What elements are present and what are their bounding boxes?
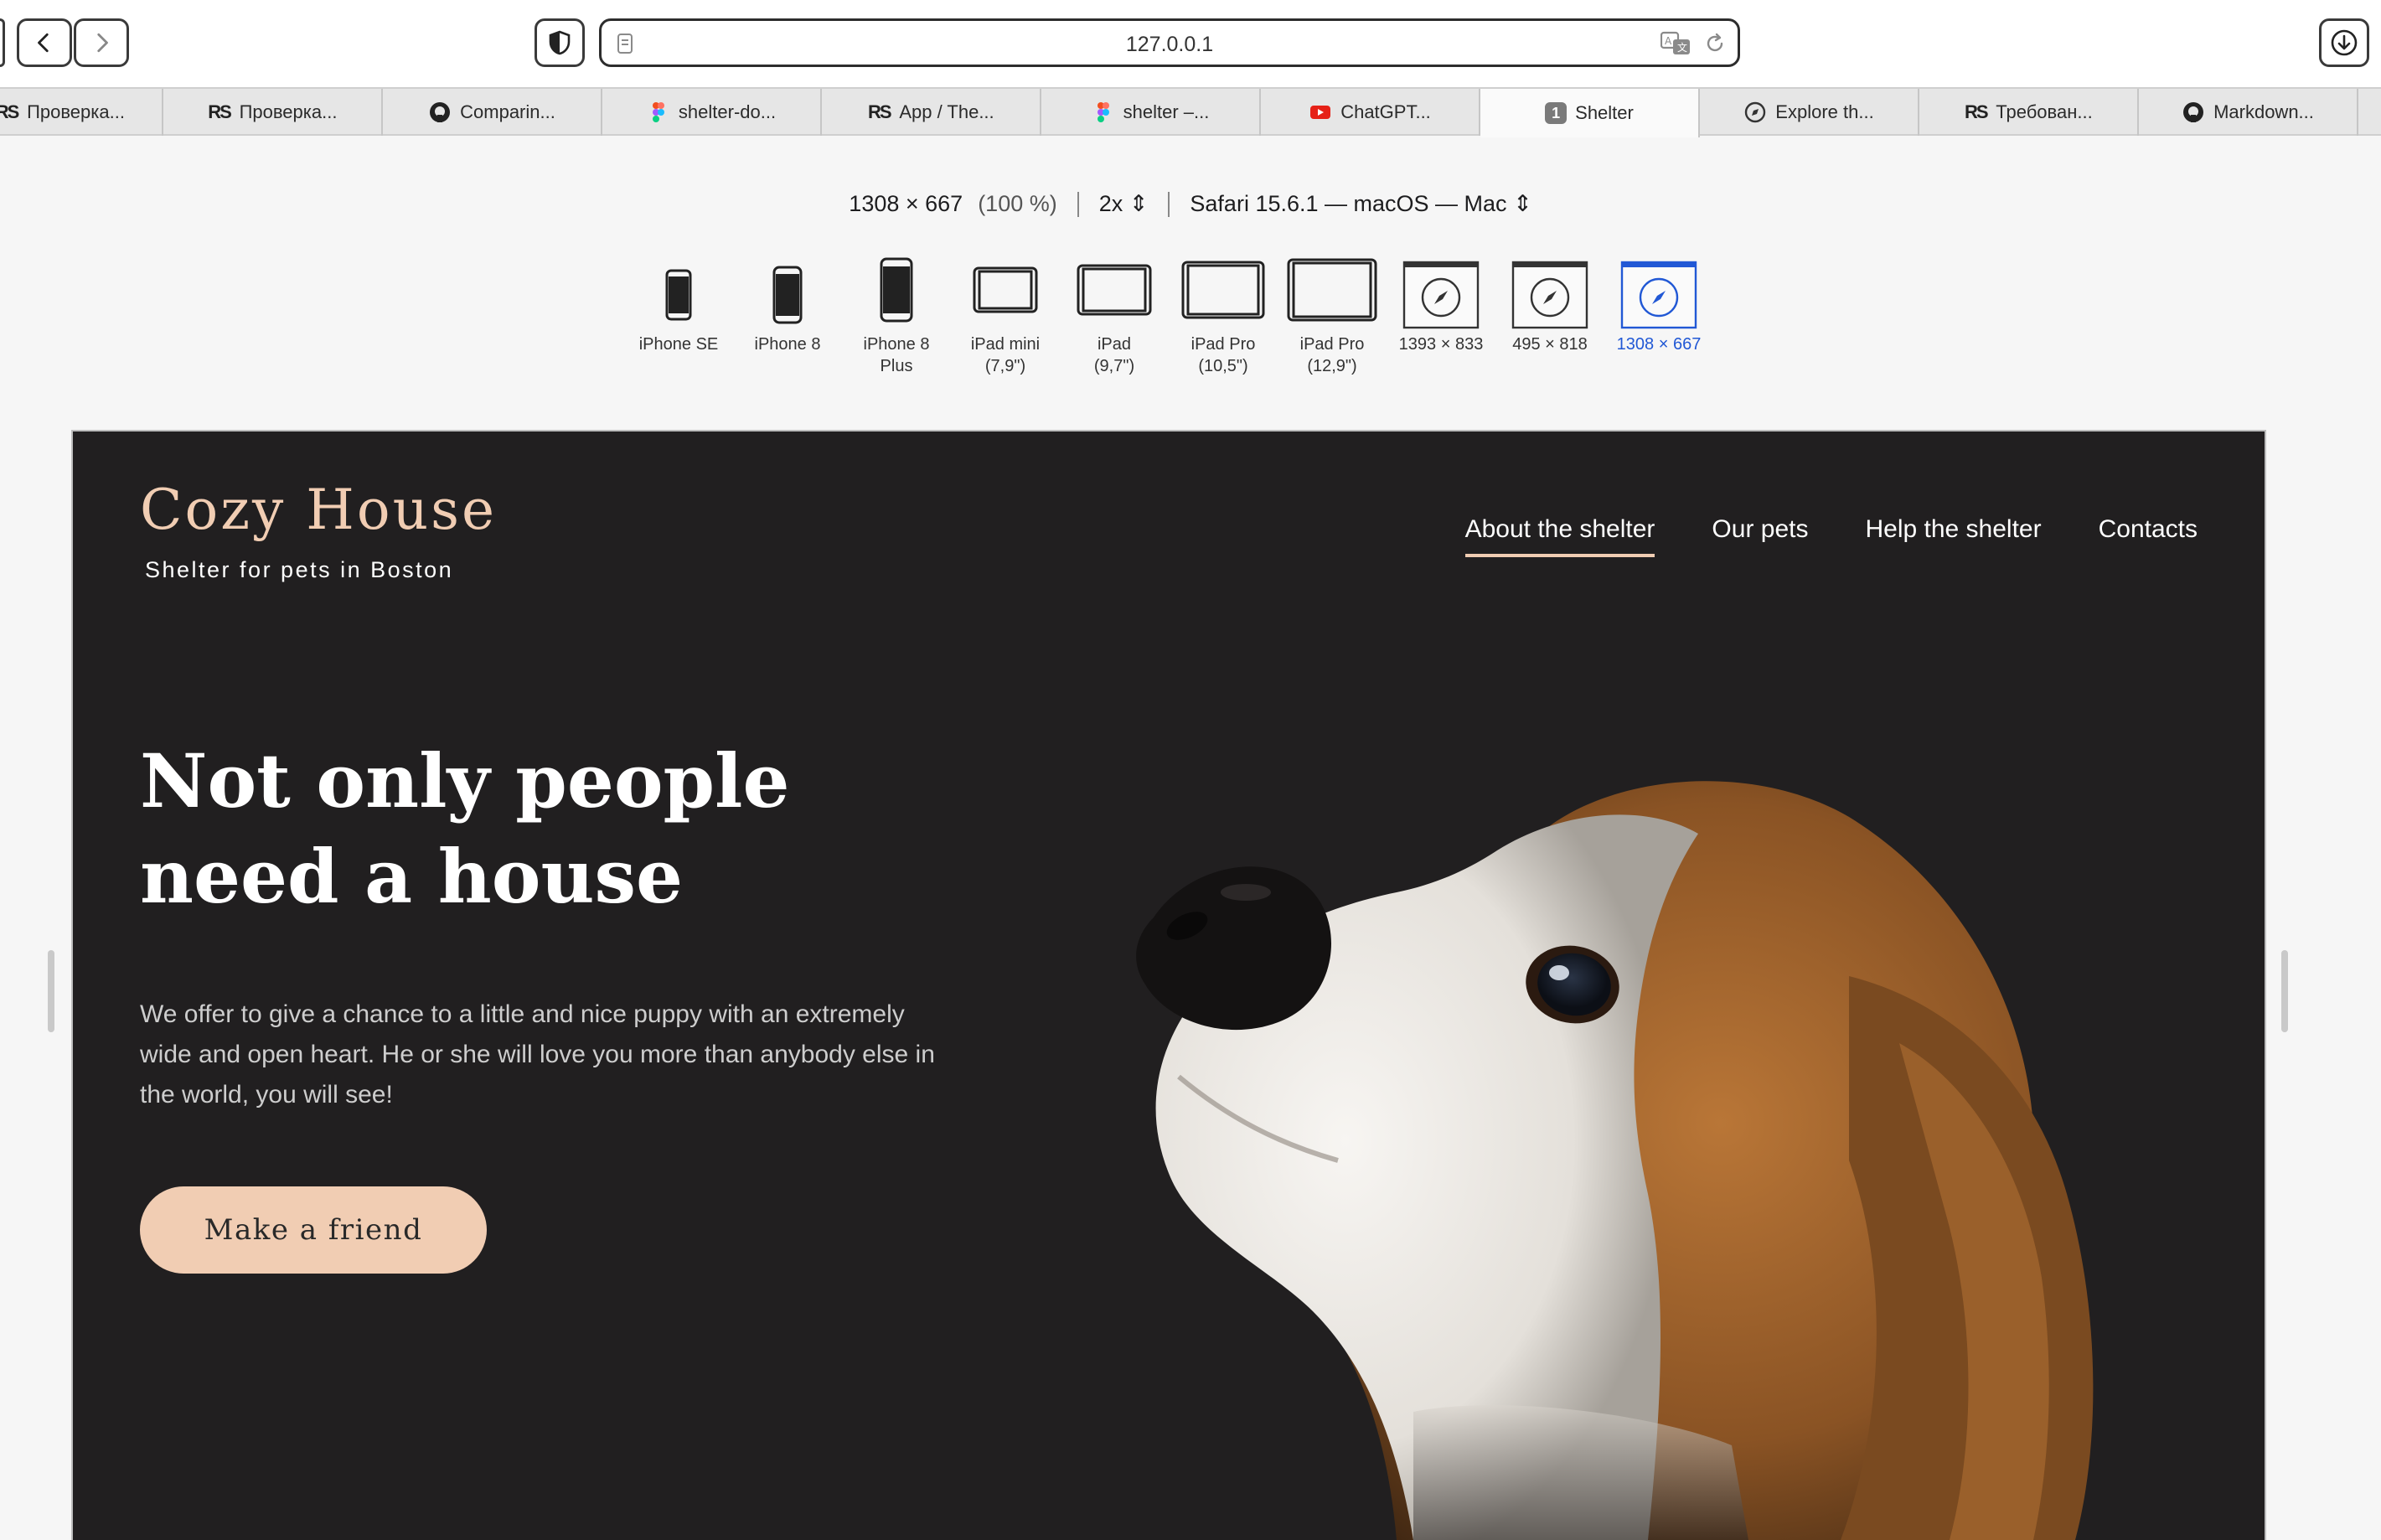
- hero-title: Not only people need a house: [140, 737, 790, 920]
- tab-label: Проверка...: [239, 101, 338, 122]
- nav-help[interactable]: Help the shelter: [1865, 515, 2041, 554]
- tab-label: Требован...: [1996, 101, 2093, 122]
- figma-icon: [652, 102, 664, 122]
- device-iphone-se[interactable]: iPhone SE: [620, 256, 737, 355]
- shield-icon: [549, 30, 571, 55]
- translate-icon[interactable]: A文: [1661, 31, 1692, 56]
- tablet-icon: [1181, 261, 1265, 319]
- forward-button[interactable]: [74, 18, 129, 67]
- device-ipad[interactable]: iPad (9,7"): [1056, 246, 1173, 377]
- safari-window-icon: [1511, 261, 1588, 329]
- tab-7[interactable]: ChatGPT...: [1261, 89, 1480, 136]
- resize-handle-left[interactable]: [48, 950, 54, 1032]
- chevron-left-icon: [38, 33, 49, 53]
- tab-label: Shelter: [1575, 102, 1634, 123]
- phone-icon: [880, 257, 913, 323]
- device-ipad-pro-12[interactable]: iPad Pro (12,9"): [1273, 246, 1391, 377]
- device-1393x833[interactable]: 1393 × 833: [1382, 256, 1500, 355]
- logo-title[interactable]: Cozy House: [140, 478, 497, 542]
- site-viewport: Cozy House Shelter for pets in Boston Ab…: [73, 432, 2265, 1540]
- tab-4[interactable]: shelter-do...: [602, 89, 822, 136]
- tab-label: Explore th...: [1775, 101, 1874, 122]
- tab-2[interactable]: RS Проверка...: [163, 89, 383, 136]
- github-icon: [2183, 102, 2204, 122]
- svg-text:文: 文: [1677, 41, 1687, 54]
- updown-chevron-icon: ⇕: [1513, 191, 1532, 216]
- reload-icon[interactable]: [1704, 33, 1726, 54]
- tab-label: Comparin...: [460, 101, 555, 122]
- tab-8-active[interactable]: 1 Shelter: [1480, 89, 1700, 137]
- compass-icon: [1745, 101, 1766, 123]
- sidebar-toggle-stub[interactable]: [0, 18, 5, 67]
- tab-11[interactable]: Markdown...: [2139, 89, 2358, 136]
- nav-contacts[interactable]: Contacts: [2099, 515, 2198, 554]
- tab-bar: RS Проверка... RS Проверка... Comparin..…: [0, 87, 2381, 137]
- device-presets: iPhone SE iPhone 8 iPhone 8 Plus iPad mi…: [0, 256, 2381, 382]
- device-ipad-pro-10[interactable]: iPad Pro (10,5"): [1165, 246, 1282, 377]
- rs-icon: RS: [208, 101, 232, 122]
- tab-label: shelter –...: [1123, 101, 1210, 122]
- tablet-icon: [1287, 258, 1377, 322]
- badge-icon: 1: [1545, 102, 1568, 124]
- device-1308x667-active[interactable]: 1308 × 667: [1600, 256, 1717, 355]
- device-ipad-mini[interactable]: iPad mini (7,9"): [947, 246, 1064, 377]
- figma-icon: [1097, 102, 1109, 122]
- device-iphone-8[interactable]: iPhone 8: [729, 256, 846, 355]
- nav-our-pets[interactable]: Our pets: [1712, 515, 1808, 554]
- tab-label: Markdown...: [2213, 101, 2314, 122]
- tab-label: ChatGPT...: [1340, 101, 1431, 122]
- tab-9[interactable]: Explore th...: [1700, 89, 1919, 136]
- download-icon: [2331, 29, 2358, 56]
- viewport-size[interactable]: 1308 × 667 (100 %): [829, 191, 1077, 217]
- tab-label: Проверка...: [27, 101, 125, 122]
- chevron-right-icon: [97, 33, 108, 53]
- tab-1[interactable]: RS Проверка...: [0, 89, 163, 136]
- privacy-report-button[interactable]: [535, 18, 585, 67]
- tablet-icon: [1077, 264, 1152, 316]
- github-icon: [430, 102, 451, 122]
- device-495x818[interactable]: 495 × 818: [1491, 256, 1609, 355]
- browser-toolbar: 127.0.0.1 A文: [0, 0, 2381, 87]
- safari-window-icon: [1620, 261, 1697, 329]
- back-button[interactable]: [17, 18, 72, 67]
- downloads-button[interactable]: [2319, 18, 2369, 67]
- responsive-info-bar: 1308 × 667 (100 %) 2x ⇕ Safari 15.6.1 — m…: [0, 191, 2381, 217]
- svg-text:A: A: [1665, 35, 1672, 47]
- resize-handle-right[interactable]: [2281, 950, 2288, 1032]
- phone-icon: [772, 266, 803, 324]
- tab-3[interactable]: Comparin...: [383, 89, 602, 136]
- rs-icon: RS: [1965, 101, 1989, 122]
- tab-10[interactable]: RS Требован...: [1919, 89, 2139, 136]
- phone-icon: [665, 269, 692, 321]
- updown-chevron-icon: ⇕: [1129, 191, 1149, 216]
- site-nav: About the shelter Our pets Help the shel…: [1464, 515, 2198, 557]
- make-a-friend-button[interactable]: Make a friend: [140, 1186, 487, 1274]
- logo-subtitle: Shelter for pets in Boston: [145, 557, 454, 582]
- tablet-icon: [973, 266, 1038, 313]
- safari-window-icon: [1402, 261, 1480, 329]
- youtube-icon: [1310, 106, 1331, 119]
- user-agent-select[interactable]: Safari 15.6.1 — macOS — Mac ⇕: [1170, 191, 1552, 217]
- hero-description: We offer to give a chance to a little an…: [140, 1000, 935, 1108]
- tab-label: shelter-do...: [678, 101, 777, 122]
- tab-6[interactable]: shelter –...: [1041, 89, 1261, 136]
- nav-about[interactable]: About the shelter: [1464, 515, 1655, 557]
- pixel-ratio-select[interactable]: 2x ⇕: [1079, 191, 1169, 217]
- address-bar[interactable]: 127.0.0.1 A文: [599, 18, 1740, 67]
- rs-icon: RS: [0, 101, 19, 122]
- tab-5[interactable]: RS App / The...: [822, 89, 1041, 136]
- rs-icon: RS: [868, 101, 892, 122]
- tab-label: App / The...: [899, 101, 994, 122]
- device-iphone-8-plus[interactable]: iPhone 8 Plus: [838, 246, 955, 377]
- url-text: 127.0.0.1: [1125, 33, 1214, 56]
- puppy-image: [1136, 781, 2094, 1540]
